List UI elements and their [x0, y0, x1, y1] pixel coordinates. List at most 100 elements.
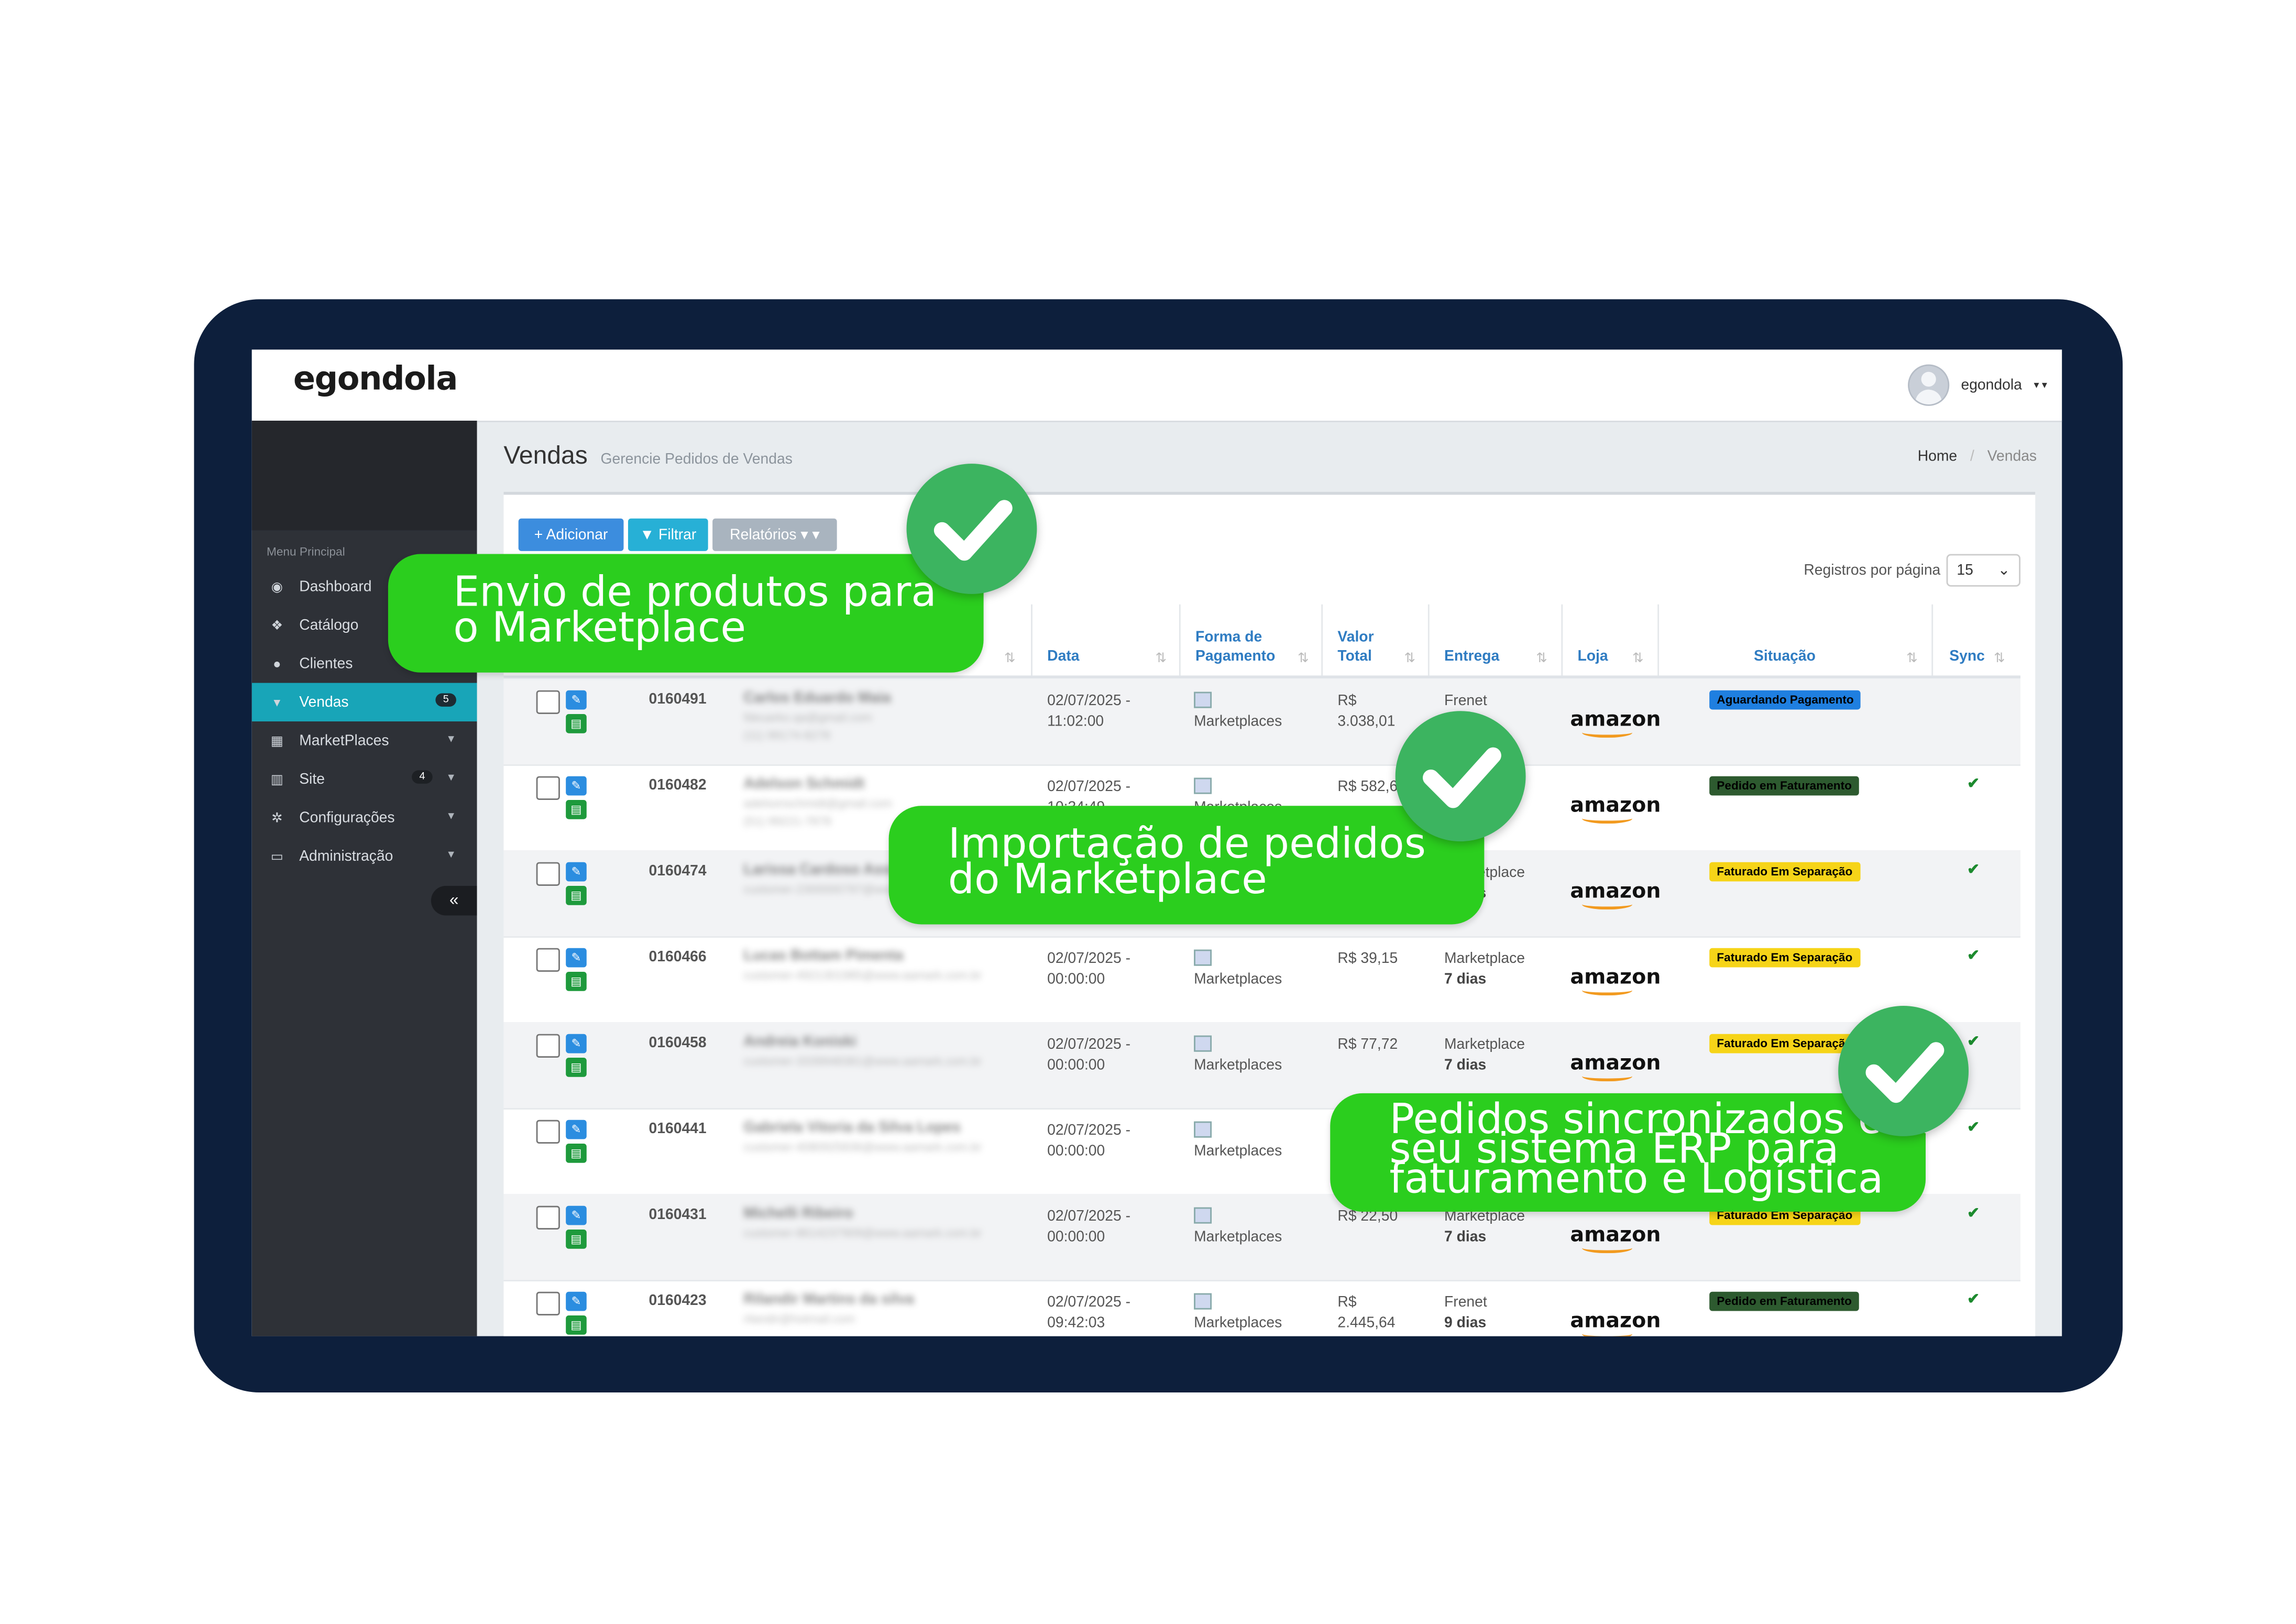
edit-icon[interactable]: ✎ — [566, 862, 587, 882]
amazon-logo: amazon — [1570, 1309, 1661, 1333]
table-row[interactable]: ✎ ▤ 0160491 Carlos Eduardo Maia fdeuarko.qa@… — [503, 678, 2020, 766]
sort-icon[interactable]: ⇅ — [1156, 650, 1167, 666]
avatar[interactable] — [1907, 364, 1949, 406]
print-icon[interactable]: ▤ — [566, 714, 587, 733]
gears-icon: ✲ — [271, 809, 283, 825]
order-number[interactable]: 0160458 — [649, 1036, 707, 1052]
caret-down-icon: ▼ — [446, 850, 456, 861]
sidebar-item-configuraes[interactable]: ✲ Configurações ▼ — [252, 798, 477, 837]
order-number[interactable]: 0160482 — [649, 778, 707, 794]
edit-icon[interactable]: ✎ — [566, 1120, 587, 1139]
col-valor-line2: Total — [1337, 649, 1372, 665]
col-loja[interactable]: Loja — [1578, 648, 1608, 667]
user-menu[interactable]: egondola ▾ ▾ — [1907, 364, 2047, 406]
page-title-text: Vendas — [503, 441, 588, 470]
order-date-day: 02/07/2025 - — [1047, 779, 1131, 796]
sidebar-item-administrao[interactable]: ▭ Administração ▼ — [252, 837, 477, 876]
sort-icon[interactable]: ⇅ — [1404, 650, 1415, 666]
customer-info: Gabriela Vitoria da Silva Lopes customer-… — [744, 1120, 1025, 1159]
payment-method: Marketplaces — [1194, 692, 1282, 733]
reports-button[interactable]: Relatórios ▾ ▾ — [712, 518, 837, 551]
col-sync[interactable]: Sync — [1949, 648, 1985, 667]
sort-icon[interactable]: ⇅ — [1298, 650, 1309, 666]
order-value: R$ 77,72 — [1337, 1036, 1398, 1057]
payment-label: Marketplaces — [1194, 971, 1282, 989]
order-value-line1: R$ 39,15 — [1337, 951, 1398, 968]
row-checkbox[interactable] — [536, 862, 560, 886]
check-circle-icon — [906, 464, 1037, 594]
row-checkbox[interactable] — [536, 1291, 560, 1315]
collapse-sidebar-button[interactable]: « — [431, 885, 477, 916]
delivery: Frenet — [1444, 692, 1487, 713]
page-title: Vendas Gerencie Pedidos de Vendas — [503, 442, 792, 471]
row-checkbox[interactable] — [536, 1034, 560, 1058]
print-icon[interactable]: ▤ — [566, 1229, 587, 1249]
print-icon[interactable]: ▤ — [566, 1315, 587, 1335]
order-date-day: 02/07/2025 - — [1047, 1123, 1131, 1139]
sort-icon[interactable]: ⇅ — [1632, 650, 1643, 666]
print-icon[interactable]: ▤ — [566, 1057, 587, 1077]
breadcrumb-home[interactable]: Home — [1918, 449, 1957, 465]
table-row[interactable]: ✎ ▤ 0160423 Rilandir Martins da silva riland… — [503, 1280, 2020, 1336]
sidebar-badge: 4 — [412, 770, 433, 784]
customer-email: customer-8614237909@www.aamark.com.br — [743, 1226, 982, 1240]
amazon-logo: amazon — [1570, 965, 1661, 996]
edit-icon[interactable]: ✎ — [566, 948, 587, 968]
sidebar-item-marketplaces[interactable]: ▦ MarketPlaces ▼ — [252, 721, 477, 760]
order-number[interactable]: 0160466 — [649, 950, 707, 966]
add-button[interactable]: + Adicionar — [518, 518, 624, 551]
order-number[interactable]: 0160431 — [649, 1208, 707, 1224]
order-date-day: 02/07/2025 - — [1047, 693, 1131, 710]
row-checkbox[interactable] — [536, 1120, 560, 1144]
order-number[interactable]: 0160441 — [649, 1122, 707, 1138]
records-per-page-select[interactable]: 15 ⌄ — [1946, 554, 2020, 587]
col-situacao[interactable]: Situação — [1754, 648, 1816, 667]
order-number[interactable]: 0160423 — [649, 1293, 707, 1310]
sidebar-item-vendas[interactable]: ▾ Vendas 5 — [251, 683, 477, 722]
sort-icon[interactable]: ⇅ — [1004, 650, 1015, 666]
edit-icon[interactable]: ✎ — [566, 1205, 587, 1225]
edit-icon[interactable]: ✎ — [566, 1291, 587, 1311]
row-checkbox[interactable] — [536, 948, 560, 972]
print-icon[interactable]: ▤ — [566, 885, 587, 905]
col-data[interactable]: Data — [1047, 648, 1079, 667]
sort-icon[interactable]: ⇅ — [1536, 650, 1547, 666]
col-entrega[interactable]: Entrega — [1444, 648, 1499, 667]
order-number[interactable]: 0160474 — [649, 864, 707, 880]
col-valor-total[interactable]: Valor Total — [1337, 628, 1374, 667]
row-checkbox[interactable] — [536, 776, 560, 800]
print-icon[interactable]: ▤ — [566, 1143, 587, 1163]
table-row[interactable]: ✎ ▤ 0160466 Lucas Bottam Pimenta customer-49… — [503, 936, 2020, 1024]
col-forma-pagamento[interactable]: Forma de Pagamento — [1195, 628, 1275, 667]
customer-info: Carlos Eduardo Maia fdeuarko.qa@gmail.com… — [744, 690, 1025, 742]
user-name[interactable]: egondola — [1961, 377, 2022, 393]
sidebar-item-site[interactable]: ▥ Site 4 ▼ — [252, 760, 477, 799]
customer-email: customer-3339948381@www.aamark.com.br — [743, 1055, 982, 1068]
delivery-method: Marketplace — [1444, 951, 1525, 968]
sync-check-icon: ✔ — [1967, 862, 1980, 879]
breadcrumb-current: Vendas — [1987, 448, 2037, 465]
column-divider — [1561, 604, 1563, 676]
customer-name: Lucas Bottam Pimenta — [743, 948, 904, 964]
order-date: 02/07/2025 - 09:42:03 — [1047, 1293, 1130, 1335]
order-date: 02/07/2025 - 00:00:00 — [1047, 1036, 1130, 1077]
edit-icon[interactable]: ✎ — [566, 776, 587, 796]
column-divider — [1931, 604, 1934, 676]
users-icon: ● — [273, 656, 281, 671]
sort-icon[interactable]: ⇅ — [1906, 650, 1917, 666]
customer-info: Lucas Bottam Pimenta customer-4921301985@… — [744, 948, 1025, 987]
payment-label: Marketplaces — [1194, 1229, 1282, 1246]
print-icon[interactable]: ▤ — [566, 799, 587, 819]
delivery: Marketplace 7 dias — [1444, 950, 1525, 991]
row-checkbox[interactable] — [536, 690, 560, 714]
row-checkbox[interactable] — [536, 1205, 560, 1230]
sidebar-item-label: Vendas — [299, 694, 349, 710]
edit-icon[interactable]: ✎ — [566, 690, 587, 710]
sort-icon[interactable]: ⇅ — [1994, 650, 2005, 666]
edit-icon[interactable]: ✎ — [566, 1034, 587, 1054]
delivery-method: Marketplace — [1444, 1037, 1525, 1054]
app-logo[interactable]: egondola — [293, 361, 458, 399]
print-icon[interactable]: ▤ — [566, 971, 587, 991]
order-number[interactable]: 0160491 — [649, 692, 707, 708]
filter-button[interactable]: ▼ Filtrar — [628, 518, 708, 551]
